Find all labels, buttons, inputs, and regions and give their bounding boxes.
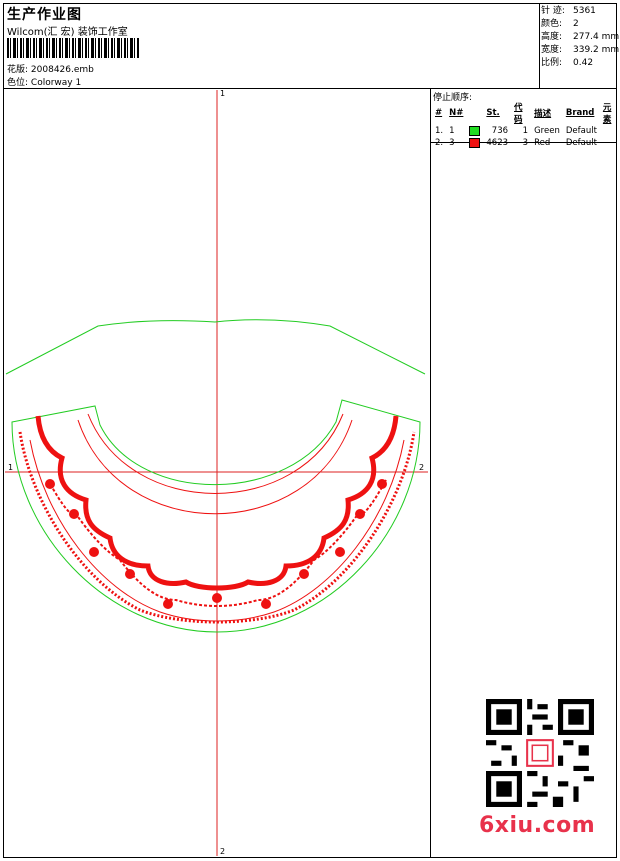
axis-label-left: 1 — [8, 463, 14, 472]
green-outline-top — [5, 319, 426, 375]
red-inner-arc-1 — [87, 413, 344, 494]
axis-label-top: 1 — [220, 89, 226, 98]
axis-label-right: 2 — [419, 463, 425, 472]
site-watermark: 6xiu.com — [479, 813, 596, 838]
axis-label-bottom: 2 — [220, 847, 226, 856]
red-inner-arc-2 — [77, 419, 353, 515]
qr-code — [486, 699, 594, 807]
